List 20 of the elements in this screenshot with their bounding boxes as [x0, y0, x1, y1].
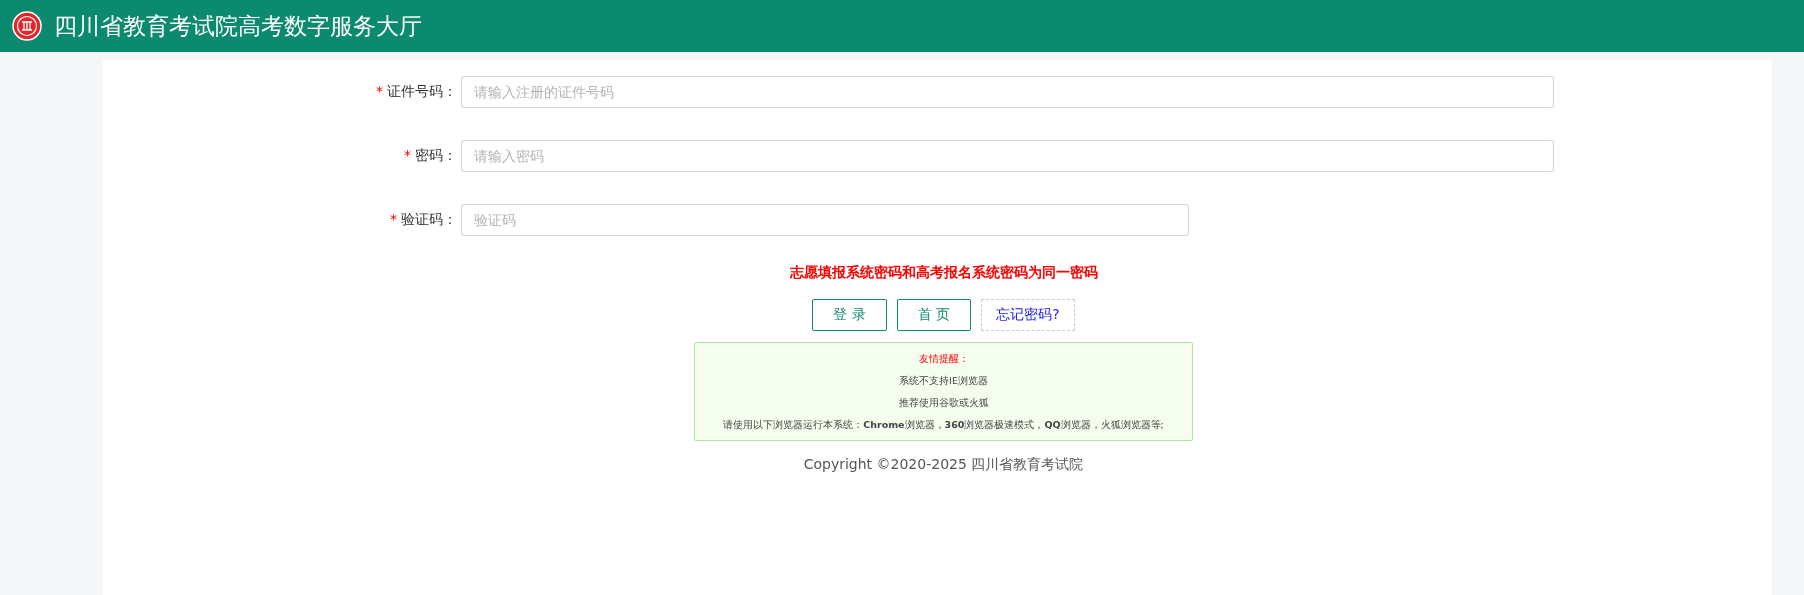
- input-field[interactable]: 请输入密码: [461, 140, 1554, 172]
- required-mark: *: [376, 83, 383, 99]
- field-label: 验证码：: [401, 211, 457, 227]
- emblem-icon: [12, 11, 42, 41]
- input-field[interactable]: 验证码: [461, 204, 1189, 236]
- copyright-text: Copyright ©2020-2025 四川省教育考试院: [803, 456, 1084, 474]
- required-mark: *: [404, 147, 411, 163]
- tip-text: 推荐使用谷歌或火狐: [898, 397, 989, 410]
- field-label: 密码：: [415, 147, 457, 163]
- field-label: 证件号码：: [387, 83, 457, 99]
- site-title: 四川省教育考试院高考数字服务大厅: [54, 11, 422, 41]
- action-button[interactable]: 登 录: [812, 299, 887, 331]
- password-notice: 志愿填报系统密码和高考报名系统密码为同一密码: [789, 264, 1098, 282]
- forgot-password-link[interactable]: 忘记密码?: [981, 299, 1075, 331]
- tips-title: 友情提醒：: [918, 353, 969, 366]
- action-button[interactable]: 首 页: [896, 299, 972, 331]
- tip-text: 系统不支持IE浏览器: [899, 375, 988, 388]
- input-field[interactable]: 请输入注册的证件号码: [461, 76, 1554, 108]
- required-mark: *: [390, 211, 397, 227]
- tip-text: 请使用以下浏览器运行本系统：Chrome浏览器，360浏览器极速模式，QQ浏览器，火狐浏览器等;: [723, 419, 1164, 432]
